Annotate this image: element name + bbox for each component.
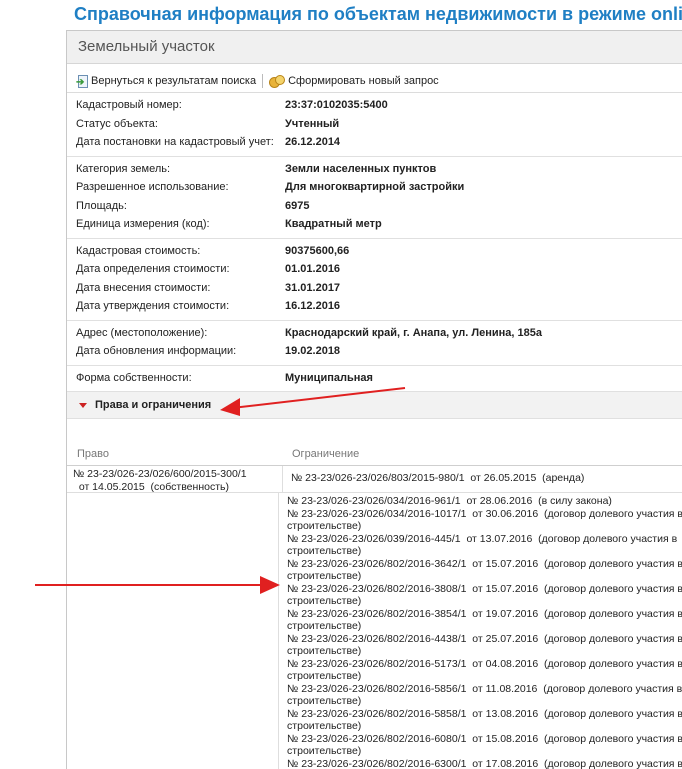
limit-line: № 23-23/026-23/026/803/2015-980/1 от 26.… — [291, 472, 682, 485]
field-value: 16.12.2016 — [285, 297, 340, 316]
field-value: Для многоквартирной застройки — [285, 178, 464, 197]
field-label: Адрес (местоположение): — [67, 324, 285, 343]
limit-line: № 23-23/026-23/026/802/2016-5856/1 от 11… — [287, 683, 682, 696]
info-row: Дата определения стоимости:01.01.2016 — [67, 260, 682, 279]
page-title: Справочная информация по объектам недвиж… — [74, 4, 682, 25]
info-row: Кадастровая стоимость:90375600,66 — [67, 242, 682, 261]
field-label: Единица измерения (код): — [67, 215, 285, 234]
limit-line: строительстве) — [287, 570, 682, 583]
info-row: Адрес (местоположение):Краснодарский кра… — [67, 324, 682, 343]
field-value: 6975 — [285, 197, 309, 216]
limit-line: № 23-23/026-23/026/802/2016-3808/1 от 15… — [287, 583, 682, 596]
limit-line: строительстве) — [287, 620, 682, 633]
limit-line: № 23-23/026-23/026/802/2016-5858/1 от 13… — [287, 708, 682, 721]
back-to-list-icon: ➔ — [76, 75, 88, 87]
field-value: Учтенный — [285, 115, 339, 134]
limit-line: № 23-23/026-23/026/802/2016-4438/1 от 25… — [287, 633, 682, 646]
right-cell: № 23-23/026-23/026/600/2015-300/1 от 14.… — [67, 466, 283, 492]
back-to-results-button[interactable]: ➔ Вернуться к результатам поиска — [76, 75, 256, 87]
info-row: Дата внесения стоимости:31.01.2017 — [67, 279, 682, 298]
field-value: Квадратный метр — [285, 215, 382, 234]
field-value: 26.12.2014 — [285, 133, 340, 152]
info-row: Дата обновления информации:19.02.2018 — [67, 342, 682, 361]
info-section: Категория земель:Земли населенных пункто… — [67, 157, 682, 239]
new-query-label: Сформировать новый запрос — [288, 75, 439, 87]
col-right-header: Право — [67, 443, 287, 465]
right-line: от 14.05.2015 (собственность) — [73, 481, 282, 494]
panel-header: Земельный участок — [67, 31, 682, 64]
limit-line: строительстве) — [287, 745, 682, 758]
field-value: 19.02.2018 — [285, 342, 340, 361]
collapse-triangle-icon — [79, 403, 87, 408]
limit-line: № 23-23/026-23/026/802/2016-6300/1 от 17… — [287, 758, 682, 769]
field-label: Дата определения стоимости: — [67, 260, 285, 279]
rights-section-title: Права и ограничения — [95, 399, 211, 411]
limit-line: строительстве) — [287, 695, 682, 708]
limit-line: № 23-23/026-23/026/802/2016-3854/1 от 19… — [287, 608, 682, 621]
limit-line: № 23-23/026-23/026/034/2016-1017/1 от 30… — [287, 508, 682, 521]
limit-line: строительстве) — [287, 670, 682, 683]
limit-line: № 23-23/026-23/026/802/2016-5173/1 от 04… — [287, 658, 682, 671]
limit-line: строительстве) — [287, 645, 682, 658]
field-label: Кадастровый номер: — [67, 96, 285, 115]
rights-table: № 23-23/026-23/026/600/2015-300/1 от 14.… — [67, 466, 682, 769]
limit-line: строительстве) — [287, 545, 682, 558]
limit-line: № 23-23/026-23/026/802/2016-6080/1 от 15… — [287, 733, 682, 746]
annotation-arrow-rights — [210, 380, 410, 420]
field-value: 23:37:0102035:5400 — [285, 96, 388, 115]
field-label: Дата внесения стоимости: — [67, 279, 285, 298]
limit-line: строительстве) — [287, 520, 682, 533]
new-query-icon — [269, 75, 285, 87]
field-label: Категория земель: — [67, 160, 285, 179]
info-row: Дата утверждения стоимости:16.12.2016 — [67, 297, 682, 316]
info-row: Дата постановки на кадастровый учет:26.1… — [67, 133, 682, 152]
field-label: Разрешенное использование: — [67, 178, 285, 197]
property-info: Кадастровый номер:23:37:0102035:5400Стат… — [67, 93, 682, 392]
info-row: Единица измерения (код):Квадратный метр — [67, 215, 682, 234]
field-value: 31.01.2017 — [285, 279, 340, 298]
field-label: Дата обновления информации: — [67, 342, 285, 361]
info-row: Кадастровый номер:23:37:0102035:5400 — [67, 96, 682, 115]
rights-table-header: Право Ограничение — [67, 443, 682, 466]
field-label: Площадь: — [67, 197, 285, 216]
field-label: Статус объекта: — [67, 115, 285, 134]
col-limit-header: Ограничение — [287, 443, 359, 465]
limit-line: № 23-23/026-23/026/802/2016-3642/1 от 15… — [287, 558, 682, 571]
info-section: Кадастровый номер:23:37:0102035:5400Стат… — [67, 93, 682, 157]
new-query-button[interactable]: Сформировать новый запрос — [269, 75, 439, 87]
field-value: 01.01.2016 — [285, 260, 340, 279]
table-row: № 23-23/026-23/026/034/2016-961/1 от 28.… — [67, 493, 682, 769]
right-cell — [67, 493, 279, 769]
info-section: Адрес (местоположение):Краснодарский кра… — [67, 321, 682, 366]
limit-line: № 23-23/026-23/026/034/2016-961/1 от 28.… — [287, 495, 682, 508]
field-label: Кадастровая стоимость: — [67, 242, 285, 261]
limit-line: строительстве) — [287, 595, 682, 608]
info-row: Площадь:6975 — [67, 197, 682, 216]
field-value: Земли населенных пунктов — [285, 160, 436, 179]
back-to-results-label: Вернуться к результатам поиска — [91, 75, 256, 87]
table-row: № 23-23/026-23/026/600/2015-300/1 от 14.… — [67, 466, 682, 493]
limit-cell: № 23-23/026-23/026/803/2015-980/1 от 26.… — [283, 466, 682, 492]
limit-line: строительстве) — [287, 720, 682, 733]
field-label: Дата утверждения стоимости: — [67, 297, 285, 316]
right-line: № 23-23/026-23/026/600/2015-300/1 — [73, 468, 282, 481]
toolbar: ➔ Вернуться к результатам поиска Сформир… — [67, 70, 682, 93]
info-section: Кадастровая стоимость:90375600,66Дата оп… — [67, 239, 682, 321]
left-margin — [0, 30, 66, 768]
info-row: Категория земель:Земли населенных пункто… — [67, 160, 682, 179]
field-value: Краснодарский край, г. Анапа, ул. Ленина… — [285, 324, 542, 343]
annotation-arrow-limits — [30, 570, 290, 600]
info-row: Разрешенное использование:Для многокварт… — [67, 178, 682, 197]
field-label: Дата постановки на кадастровый учет: — [67, 133, 285, 152]
field-value: 90375600,66 — [285, 242, 349, 261]
limit-cell: № 23-23/026-23/026/034/2016-961/1 от 28.… — [279, 493, 682, 769]
info-row: Статус объекта:Учтенный — [67, 115, 682, 134]
limit-line: № 23-23/026-23/026/039/2016-445/1 от 13.… — [287, 533, 682, 546]
toolbar-separator — [262, 74, 263, 88]
